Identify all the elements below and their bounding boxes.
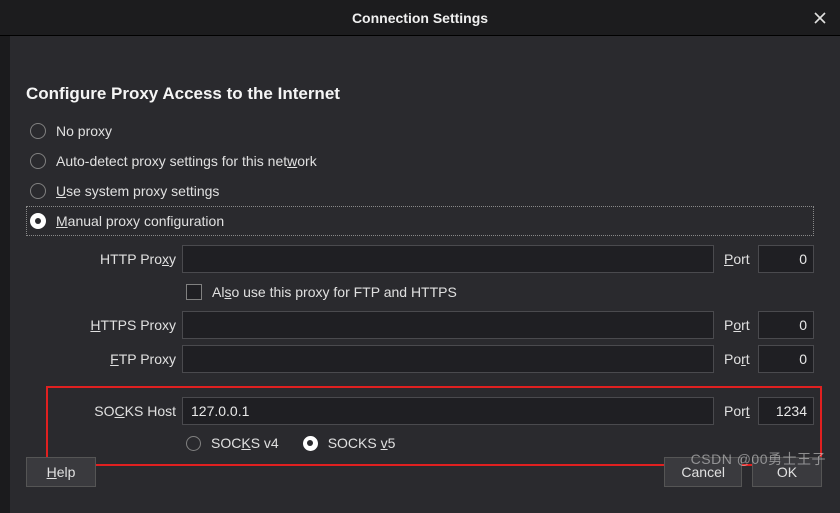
ftp-port-label: Port (720, 351, 752, 367)
left-edge-strip (0, 36, 10, 513)
https-proxy-label: HTTPS Proxy (56, 317, 176, 333)
window-title: Connection Settings (352, 10, 488, 26)
also-use-proxy-checkbox-row[interactable]: Also use this proxy for FTP and HTTPS (56, 276, 814, 308)
socks-version-row: SOCKS v4 SOCKS v5 (56, 428, 814, 458)
ftp-proxy-label: FTP Proxy (56, 351, 176, 367)
radio-auto-detect[interactable]: Auto-detect proxy settings for this netw… (26, 146, 814, 176)
dialog-content: Configure Proxy Access to the Internet N… (0, 36, 840, 458)
socks-v4-label: SOCKS v4 (211, 435, 279, 451)
titlebar: Connection Settings (0, 0, 840, 36)
cancel-button[interactable]: Cancel (664, 457, 742, 487)
radio-icon (30, 153, 46, 169)
ok-button[interactable]: OK (752, 457, 822, 487)
ftp-proxy-row: FTP Proxy Port (56, 342, 814, 376)
radio-system-proxy[interactable]: Use system proxy settings (26, 176, 814, 206)
manual-proxy-form: HTTP Proxy Port Also use this proxy for … (26, 236, 814, 458)
radio-icon (30, 183, 46, 199)
https-proxy-port-input[interactable] (758, 311, 814, 339)
ftp-proxy-port-input[interactable] (758, 345, 814, 373)
https-proxy-row: HTTPS Proxy Port (56, 308, 814, 342)
socks-port-label: Port (720, 403, 752, 419)
dialog-button-bar: Help Cancel OK (26, 457, 822, 487)
radio-icon (30, 213, 46, 229)
radio-manual-proxy[interactable]: Manual proxy configuration (26, 206, 814, 236)
ftp-proxy-host-input[interactable] (182, 345, 714, 373)
socks-port-input[interactable] (758, 397, 814, 425)
http-port-label: Port (720, 251, 752, 267)
radio-socks-v5[interactable] (303, 436, 318, 451)
radio-icon (30, 123, 46, 139)
socks-host-row: SOCKS Host Port (56, 394, 814, 428)
https-port-label: Port (720, 317, 752, 333)
socks-v5-label: SOCKS v5 (328, 435, 396, 451)
http-proxy-port-input[interactable] (758, 245, 814, 273)
radio-label: Manual proxy configuration (56, 213, 224, 229)
help-button[interactable]: Help (26, 457, 96, 487)
socks-host-label: SOCKS Host (56, 403, 176, 419)
radio-label: Use system proxy settings (56, 183, 219, 199)
http-proxy-host-input[interactable] (182, 245, 714, 273)
radio-socks-v4[interactable] (186, 436, 201, 451)
https-proxy-host-input[interactable] (182, 311, 714, 339)
checkbox-label: Also use this proxy for FTP and HTTPS (212, 284, 457, 300)
radio-no-proxy[interactable]: No proxy (26, 116, 814, 146)
http-proxy-row: HTTP Proxy Port (56, 242, 814, 276)
radio-label: No proxy (56, 123, 112, 139)
section-heading: Configure Proxy Access to the Internet (26, 84, 814, 104)
radio-label: Auto-detect proxy settings for this netw… (56, 153, 317, 169)
socks-host-input[interactable] (182, 397, 714, 425)
close-icon[interactable] (810, 8, 830, 28)
http-proxy-label: HTTP Proxy (56, 251, 176, 267)
checkbox-icon (186, 284, 202, 300)
